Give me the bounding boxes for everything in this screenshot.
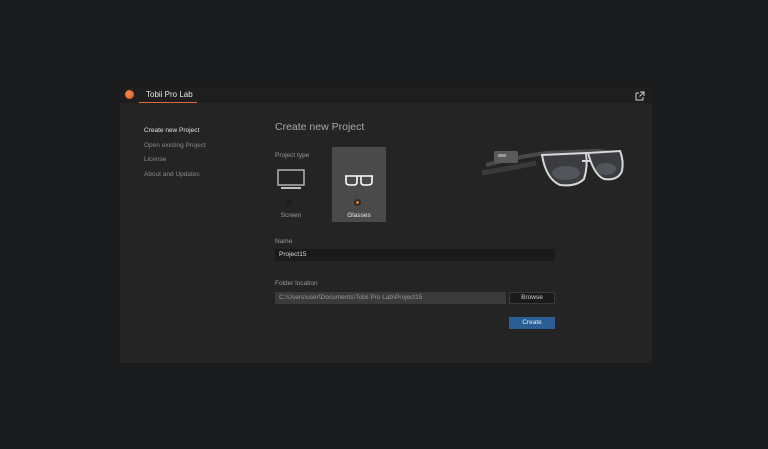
glasses-label: Glasses: [347, 212, 371, 219]
sidebar: Create new Project Open existing Project…: [144, 124, 206, 182]
create-button[interactable]: Create: [509, 317, 555, 329]
sidebar-item-open-existing-project[interactable]: Open existing Project: [144, 139, 206, 154]
sidebar-item-create-new-project[interactable]: Create new Project: [144, 124, 206, 139]
sidebar-item-about-and-updates[interactable]: About and Updates: [144, 168, 206, 183]
project-type-glasses[interactable]: Glasses: [332, 147, 386, 222]
app-tab[interactable]: Tobii Pro Lab: [142, 87, 197, 103]
title-bar: Tobii Pro Lab: [120, 87, 652, 103]
folder-location-field[interactable]: [275, 292, 506, 304]
glasses-product-image: [481, 148, 624, 187]
monitor-icon: [277, 169, 305, 189]
tab-underline: [139, 102, 197, 103]
sidebar-item-license[interactable]: License: [144, 153, 206, 168]
app-window: Tobii Pro Lab Create new Project Open ex…: [120, 87, 652, 363]
screen-radio[interactable]: [286, 199, 293, 206]
browse-button[interactable]: Browse: [509, 292, 555, 304]
folder-location-label: Folder location: [275, 280, 318, 287]
glasses-radio[interactable]: [354, 199, 361, 206]
name-label: Name: [275, 238, 293, 245]
glasses-icon: [345, 175, 373, 186]
screen-label: Screen: [280, 212, 302, 219]
project-name-input[interactable]: [275, 249, 555, 261]
app-logo-icon: [125, 90, 134, 99]
popout-icon[interactable]: [635, 91, 645, 101]
page-title: Create new Project: [275, 121, 365, 133]
project-type-screen[interactable]: Screen: [264, 147, 318, 222]
